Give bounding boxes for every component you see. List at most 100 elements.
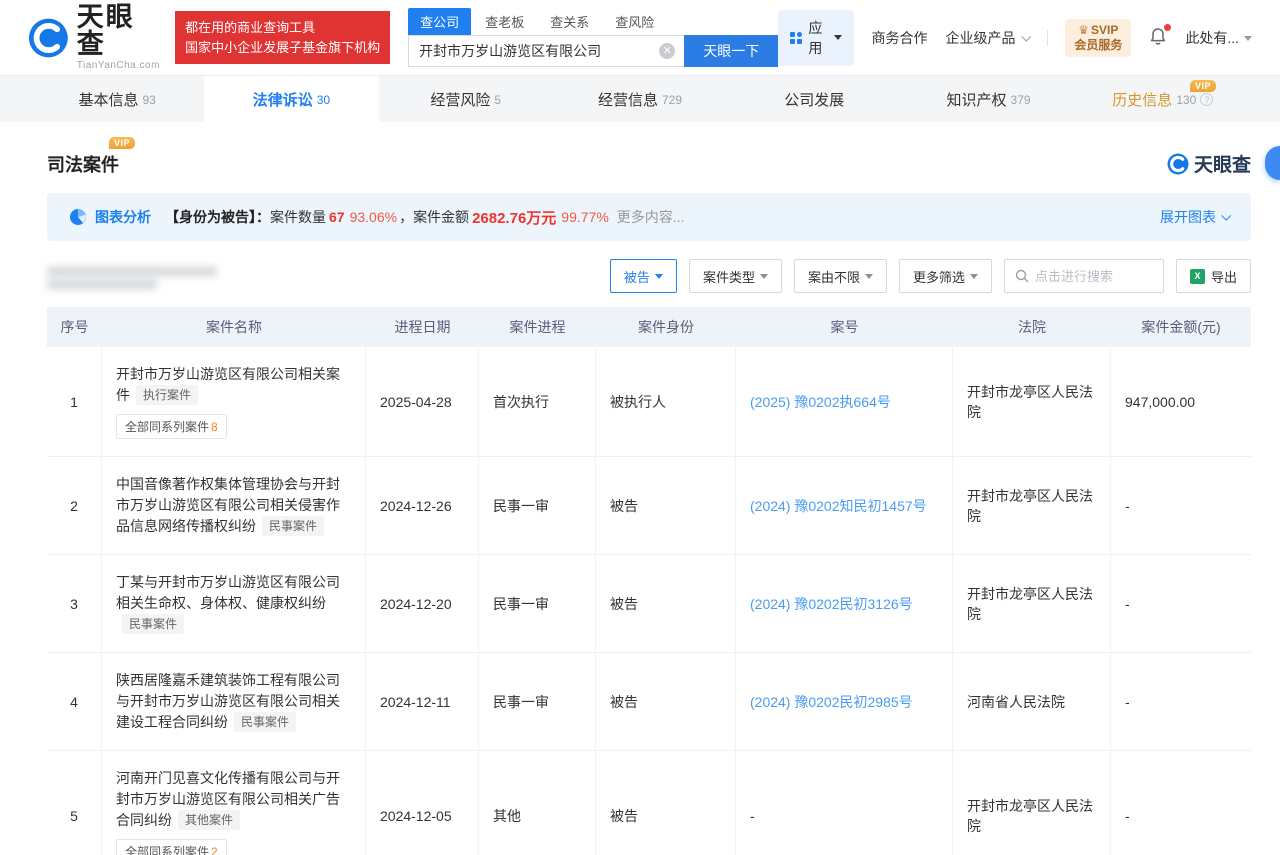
chevron-down-icon: [760, 274, 768, 279]
series-count: 2: [211, 845, 218, 855]
cell-case-role: 被告: [596, 457, 736, 554]
logo-text: 天眼查: [77, 4, 161, 58]
tab-法律诉讼[interactable]: 法律诉讼30: [204, 76, 378, 122]
search-tab-1[interactable]: 查公司: [408, 8, 471, 35]
cell-amount: -: [1111, 555, 1251, 652]
user-account-menu[interactable]: 此处有...: [1185, 28, 1252, 48]
chevron-down-icon: [970, 274, 978, 279]
series-count: 8: [211, 420, 218, 434]
cell-court: 河南省人民法院: [953, 653, 1111, 750]
cell-index: 5: [47, 751, 102, 855]
company-detail-tabbar: 基本信息93法律诉讼30 经营风险 5 经营信息729 公司发展 知识产权379历史信息1…: [0, 75, 1280, 122]
cell-case-progress: 首次执行: [479, 347, 596, 456]
cell-amount: -: [1111, 653, 1251, 750]
cell-progress-date: 2024-12-26: [366, 457, 479, 554]
series-cases-button[interactable]: 全部同系列案件8: [116, 414, 227, 439]
case-name-text[interactable]: 开封市万岁山游览区有限公司相关案件执行案件: [116, 364, 351, 406]
analysis-amount-pct: 99.77%: [559, 209, 610, 225]
case-number-link[interactable]: (2024) 豫0202民初3126号: [750, 594, 938, 614]
vip-badge: VIP: [109, 137, 135, 149]
cell-case-number: -: [736, 751, 953, 855]
tab-label: 公司发展: [784, 89, 844, 110]
table-search-box: [1004, 259, 1164, 293]
chart-analysis-label[interactable]: 图表分析: [95, 207, 151, 227]
expand-chart-link[interactable]: 展开图表: [1160, 207, 1229, 227]
search-icon: [1015, 269, 1029, 283]
cell-case-name: 中国音像著作权集体管理协会与开封市万岁山游览区有限公司相关侵害作品信息网络传播权…: [102, 457, 366, 554]
cell-case-role: 被执行人: [596, 347, 736, 456]
tab-基本信息[interactable]: 基本信息93: [30, 76, 204, 122]
cell-index: 2: [47, 457, 102, 554]
tab-label: 经营风险: [430, 89, 490, 110]
export-button[interactable]: X 导出: [1176, 259, 1251, 293]
cell-case-name: 开封市万岁山游览区有限公司相关案件执行案件全部同系列案件8: [102, 347, 366, 456]
cell-court: 开封市龙亭区人民法院: [953, 751, 1111, 855]
chevron-down-icon: [834, 35, 842, 40]
defendant-filter-dropdown[interactable]: 被告: [610, 259, 677, 293]
cause-filter-dropdown[interactable]: 案由不限: [794, 259, 887, 293]
case-type-tag: 其他案件: [178, 810, 240, 830]
clear-search-icon[interactable]: ✕: [659, 43, 675, 59]
cell-case-role: 被告: [596, 653, 736, 750]
case-type-tag: 民事案件: [262, 516, 324, 536]
tab-历史信息[interactable]: 历史信息130VIP?: [1076, 76, 1250, 122]
slogan-line1: 都在用的商业查询工具: [185, 18, 380, 38]
tab-经营风险[interactable]: 经营风险 5: [379, 76, 553, 122]
tianyancha-logo[interactable]: 天眼查 TianYanCha.com: [28, 4, 161, 71]
tab-公司发展[interactable]: 公司发展: [727, 76, 901, 122]
tab-知识产权[interactable]: 知识产权379: [901, 76, 1075, 122]
cell-index: 4: [47, 653, 102, 750]
cell-amount: -: [1111, 751, 1251, 855]
watermark-logo-icon: [1167, 153, 1189, 175]
case-name[interactable]: 陕西居隆嘉禾建筑装饰工程有限公司与开封市万岁山游览区有限公司相关建设工程合同纠纷: [116, 672, 340, 730]
cell-index: 3: [47, 555, 102, 652]
search-button[interactable]: 天眼一下: [684, 35, 778, 67]
excel-icon: X: [1190, 269, 1205, 284]
notifications-bell-icon[interactable]: [1149, 27, 1167, 49]
cell-case-number: (2025) 豫0202执664号: [736, 347, 953, 456]
blurred-region: [47, 263, 217, 293]
more-filters-dropdown[interactable]: 更多筛选: [899, 259, 992, 293]
case-name-text[interactable]: 陕西居隆嘉禾建筑装饰工程有限公司与开封市万岁山游览区有限公司相关建设工程合同纠纷…: [116, 670, 351, 733]
cell-progress-date: 2025-04-28: [366, 347, 479, 456]
slogan-banner: 都在用的商业查询工具 国家中小企业发展子基金旗下机构: [175, 11, 390, 64]
case-name[interactable]: 丁某与开封市万岁山游览区有限公司相关生命权、身体权、健康权纠纷: [116, 574, 340, 611]
cell-case-name: 丁某与开封市万岁山游览区有限公司相关生命权、身体权、健康权纠纷民事案件: [102, 555, 366, 652]
search-tab-4[interactable]: 查风险: [603, 8, 666, 35]
series-cases-button[interactable]: 全部同系列案件2: [116, 839, 227, 855]
apps-menu-button[interactable]: 应用: [778, 10, 853, 66]
case-number-link[interactable]: (2025) 豫0202执664号: [750, 392, 938, 412]
tab-经营信息[interactable]: 经营信息729: [553, 76, 727, 122]
table-search-input[interactable]: [1035, 269, 1153, 284]
business-cooperation-link[interactable]: 商务合作: [872, 28, 928, 48]
enterprise-products-link[interactable]: 企业级产品: [946, 28, 1029, 48]
crown-icon: ♛: [1078, 23, 1089, 37]
analysis-count-pct: 93.06%: [348, 209, 399, 225]
analysis-role: 【身份为被告】：: [165, 207, 270, 227]
chart-analysis-bar: 图表分析 【身份为被告】： 案件数量 67 93.06% ， 案件金额 2682…: [47, 193, 1251, 241]
table-header-row: 序号案件名称进程日期案件进程案件身份案号法院案件金额(元): [47, 307, 1251, 347]
svip-membership-button[interactable]: ♛SVIP 会员服务: [1065, 19, 1131, 57]
case-number-link[interactable]: (2024) 豫0202知民初1457号: [750, 496, 938, 516]
tab-count: 130: [1176, 93, 1196, 107]
table-toolbar: 被告 案件类型 案由不限 更多筛选 X 导出: [47, 259, 1251, 293]
tianyancha-logo-icon: [28, 17, 69, 59]
tab-count: 93: [142, 93, 155, 107]
chevron-down-icon: [1244, 36, 1252, 41]
cell-case-progress: 民事一审: [479, 653, 596, 750]
case-name-text[interactable]: 河南开门见喜文化传播有限公司与开封市万岁山游览区有限公司相关广告合同纠纷其他案件: [116, 768, 351, 831]
case-type-filter-dropdown[interactable]: 案件类型: [689, 259, 782, 293]
search-input[interactable]: [409, 43, 659, 59]
case-name-text[interactable]: 中国音像著作权集体管理协会与开封市万岁山游览区有限公司相关侵害作品信息网络传播权…: [116, 474, 351, 537]
case-number-link[interactable]: (2024) 豫0202民初2985号: [750, 692, 938, 712]
case-name-text[interactable]: 丁某与开封市万岁山游览区有限公司相关生命权、身体权、健康权纠纷民事案件: [116, 572, 351, 635]
search-area: 查公司查老板查关系查风险 ✕ 天眼一下: [408, 8, 778, 67]
column-header: 案件进程: [479, 307, 596, 347]
search-tab-2[interactable]: 查老板: [473, 8, 536, 35]
tab-count: 379: [1011, 93, 1031, 107]
search-tab-3[interactable]: 查关系: [538, 8, 601, 35]
tab-count: 5: [494, 93, 501, 107]
vip-badge: VIP: [1190, 80, 1216, 92]
cell-case-number: (2024) 豫0202民初3126号: [736, 555, 953, 652]
slogan-line2: 国家中小企业发展子基金旗下机构: [185, 38, 380, 58]
